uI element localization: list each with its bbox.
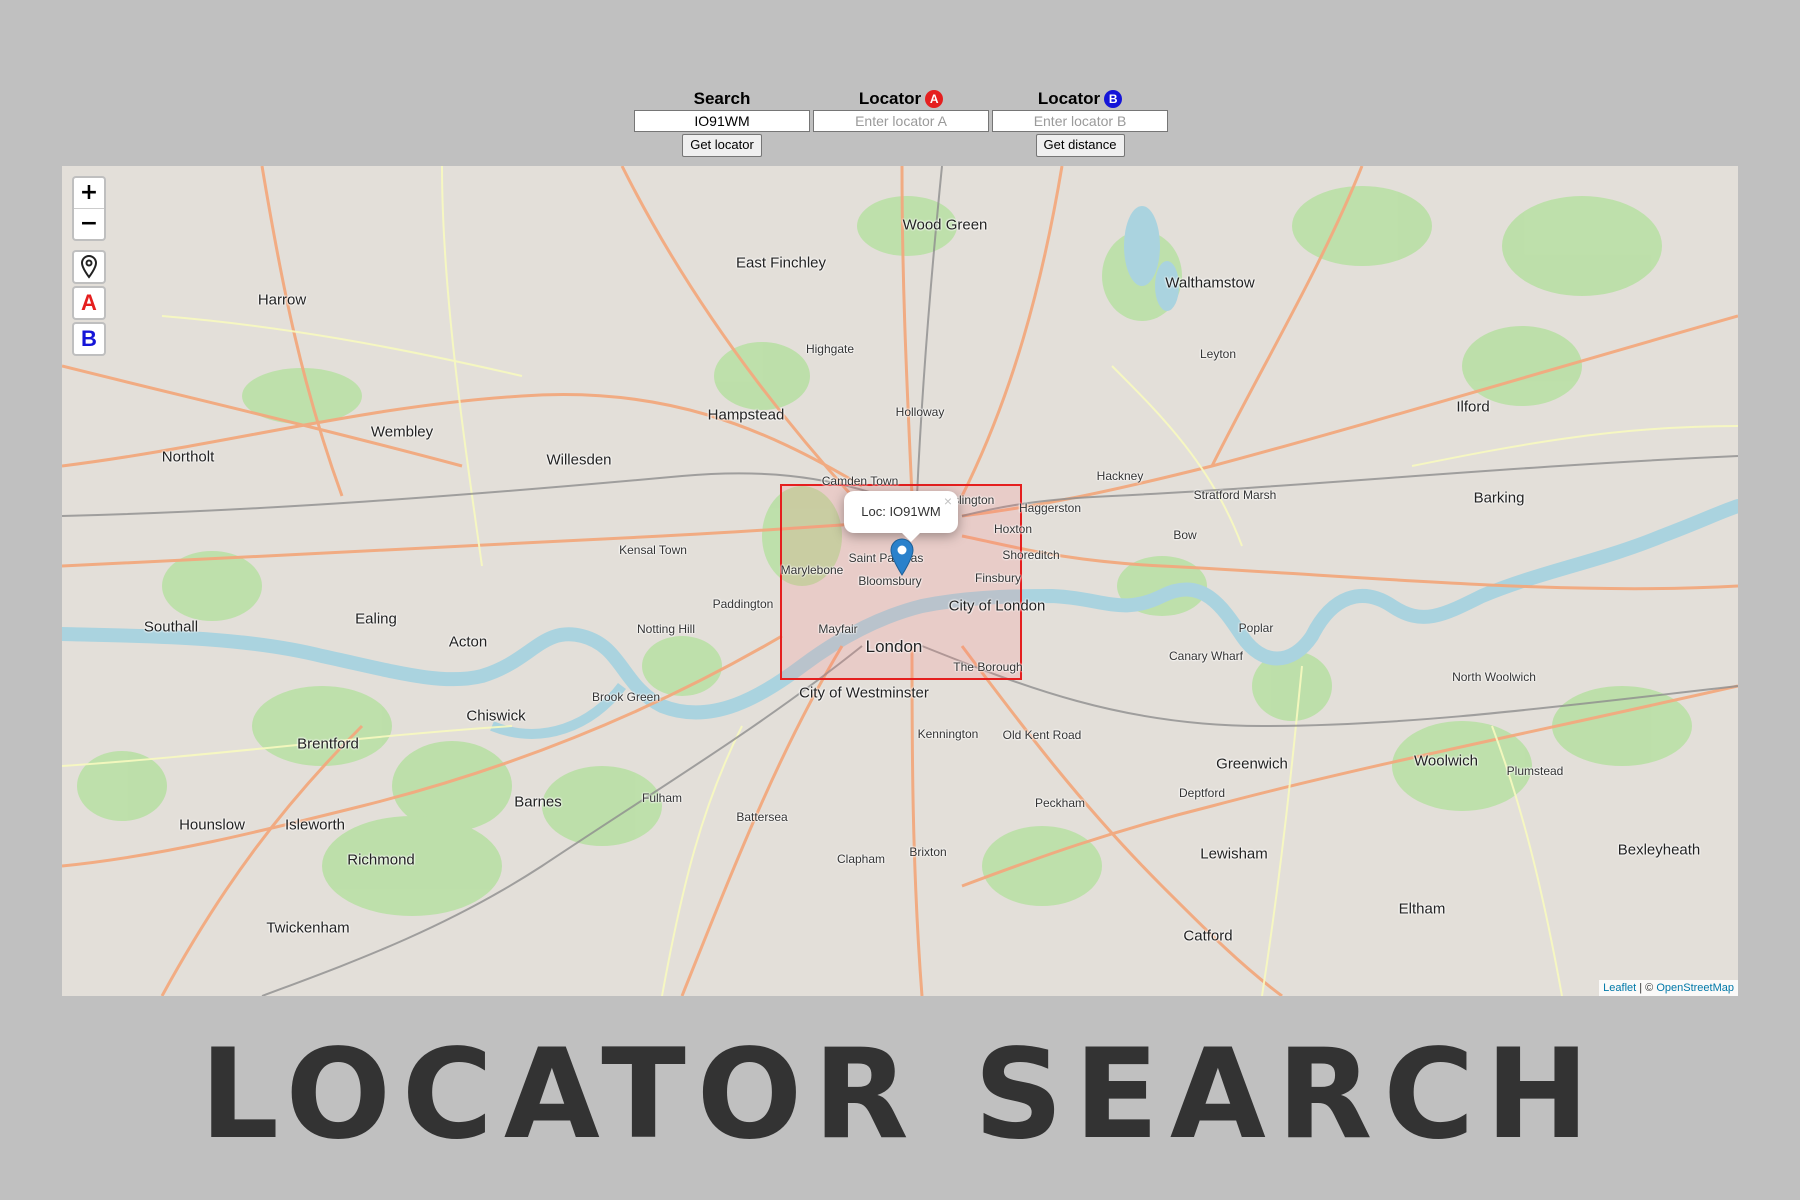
locator-a-label-text: Locator	[858, 89, 922, 108]
locator-b-input[interactable]	[992, 110, 1168, 132]
map-pin-icon	[80, 255, 98, 279]
place-label: Battersea	[736, 810, 788, 824]
place-label: Stratford Marsh	[1193, 488, 1277, 502]
attribution-separator: | ©	[1636, 982, 1657, 994]
place-label: Peckham	[1034, 796, 1086, 810]
openstreetmap-link[interactable]: OpenStreetMap	[1656, 982, 1734, 994]
place-label: Hoxton	[993, 522, 1033, 536]
locator-a-tool-button[interactable]: A	[72, 286, 106, 320]
place-label: East Finchley	[735, 254, 827, 272]
locator-b-tool-button[interactable]: B	[72, 322, 106, 356]
place-label: Richmond	[347, 851, 415, 869]
place-label: Ealing	[355, 610, 397, 628]
place-label: Chiswick	[466, 707, 526, 725]
place-label: Notting Hill	[636, 622, 696, 636]
place-label: Southall	[143, 618, 199, 636]
place-label: Walthamstow	[1165, 274, 1255, 292]
place-label: Lewisham	[1200, 845, 1268, 863]
map-marker-icon[interactable]	[890, 538, 914, 576]
place-label: Kensal Town	[619, 543, 687, 557]
place-label: Marylebone	[780, 563, 844, 577]
locator-b-label-text: Locator	[1037, 89, 1101, 108]
search-label-text: Search	[693, 89, 751, 108]
place-label: Harrow	[257, 291, 307, 309]
place-label: Bow	[1173, 528, 1197, 542]
zoom-control: + −	[72, 176, 106, 241]
badge-a-icon: A	[925, 90, 944, 108]
place-label: Bexleyheath	[1617, 841, 1701, 859]
place-label: City of Westminster	[799, 684, 929, 702]
place-label: Brentford	[297, 735, 359, 753]
locator-a-group: Locator A	[813, 88, 989, 132]
search-input[interactable]	[634, 110, 810, 132]
place-label: Barnes	[514, 793, 562, 811]
place-label: North Woolwich	[1452, 670, 1536, 684]
place-label: City of London	[948, 597, 1046, 615]
place-label: Hampstead	[707, 406, 785, 424]
get-locator-button[interactable]: Get locator	[682, 134, 762, 157]
place-label: London	[865, 637, 923, 656]
place-label: Greenwich	[1216, 755, 1288, 773]
marker-tool-button[interactable]	[72, 250, 106, 284]
place-label: Canary Wharf	[1168, 649, 1244, 663]
place-label: Isleworth	[284, 816, 346, 834]
place-label: Poplar	[1238, 621, 1274, 635]
place-label: Holloway	[895, 405, 945, 419]
search-group: Search Get locator	[634, 88, 810, 157]
place-label: Kennington	[917, 727, 979, 741]
place-label: Camden Town	[821, 474, 899, 488]
place-label: Catford	[1183, 927, 1233, 945]
place-label: Bloomsbury	[858, 574, 922, 588]
place-label: Mayfair	[818, 622, 858, 636]
place-label: Brixton	[909, 845, 947, 859]
place-label: Barking	[1473, 489, 1525, 507]
get-distance-button[interactable]: Get distance	[1035, 134, 1125, 157]
place-label: Eltham	[1398, 900, 1446, 918]
place-label: Shoreditch	[1002, 548, 1060, 562]
zoom-in-button[interactable]: +	[74, 178, 104, 208]
place-label: Paddington	[712, 597, 774, 611]
location-popup: Loc: IO91WM ×	[844, 491, 958, 533]
place-label: Finsbury	[974, 571, 1022, 585]
place-label: Highgate	[805, 342, 855, 356]
place-label: Brook Green	[591, 690, 661, 704]
place-label: Hackney	[1096, 469, 1144, 483]
search-label: Search	[634, 88, 810, 110]
place-label: Willesden	[546, 451, 612, 469]
place-label: Wood Green	[902, 216, 988, 234]
place-label: Leyton	[1199, 347, 1237, 361]
locator-b-group: Locator B Get distance	[992, 88, 1168, 157]
place-label: Woolwich	[1414, 752, 1478, 770]
close-icon[interactable]: ×	[944, 494, 952, 508]
place-label: Wembley	[370, 423, 434, 441]
locator-b-label: Locator B	[992, 88, 1168, 110]
badge-b-icon: B	[1104, 90, 1123, 108]
place-label: Acton	[448, 633, 488, 651]
locator-a-label: Locator A	[813, 88, 989, 110]
zoom-out-button[interactable]: −	[74, 208, 104, 239]
place-label: The Borough	[953, 660, 1023, 674]
popup-text: Loc: IO91WM	[861, 504, 941, 519]
leaflet-link[interactable]: Leaflet	[1603, 982, 1636, 994]
place-label: Clapham	[836, 852, 886, 866]
place-label: Deptford	[1178, 786, 1226, 800]
place-label: Fulham	[641, 791, 683, 805]
place-label: Northolt	[161, 448, 215, 466]
page-headline: LOCATOR SEARCH	[199, 1023, 1601, 1167]
map-view[interactable]: London City of London City of Westminste…	[62, 166, 1738, 996]
locator-a-input[interactable]	[813, 110, 989, 132]
place-label: Haggerston	[1018, 501, 1082, 515]
place-label: Ilford	[1456, 398, 1490, 416]
place-label: Old Kent Road	[1002, 728, 1082, 742]
place-label: Plumstead	[1506, 764, 1564, 778]
place-label: Hounslow	[179, 816, 245, 834]
map-attribution: Leaflet | © OpenStreetMap	[1599, 980, 1738, 996]
place-label: Twickenham	[266, 919, 350, 937]
